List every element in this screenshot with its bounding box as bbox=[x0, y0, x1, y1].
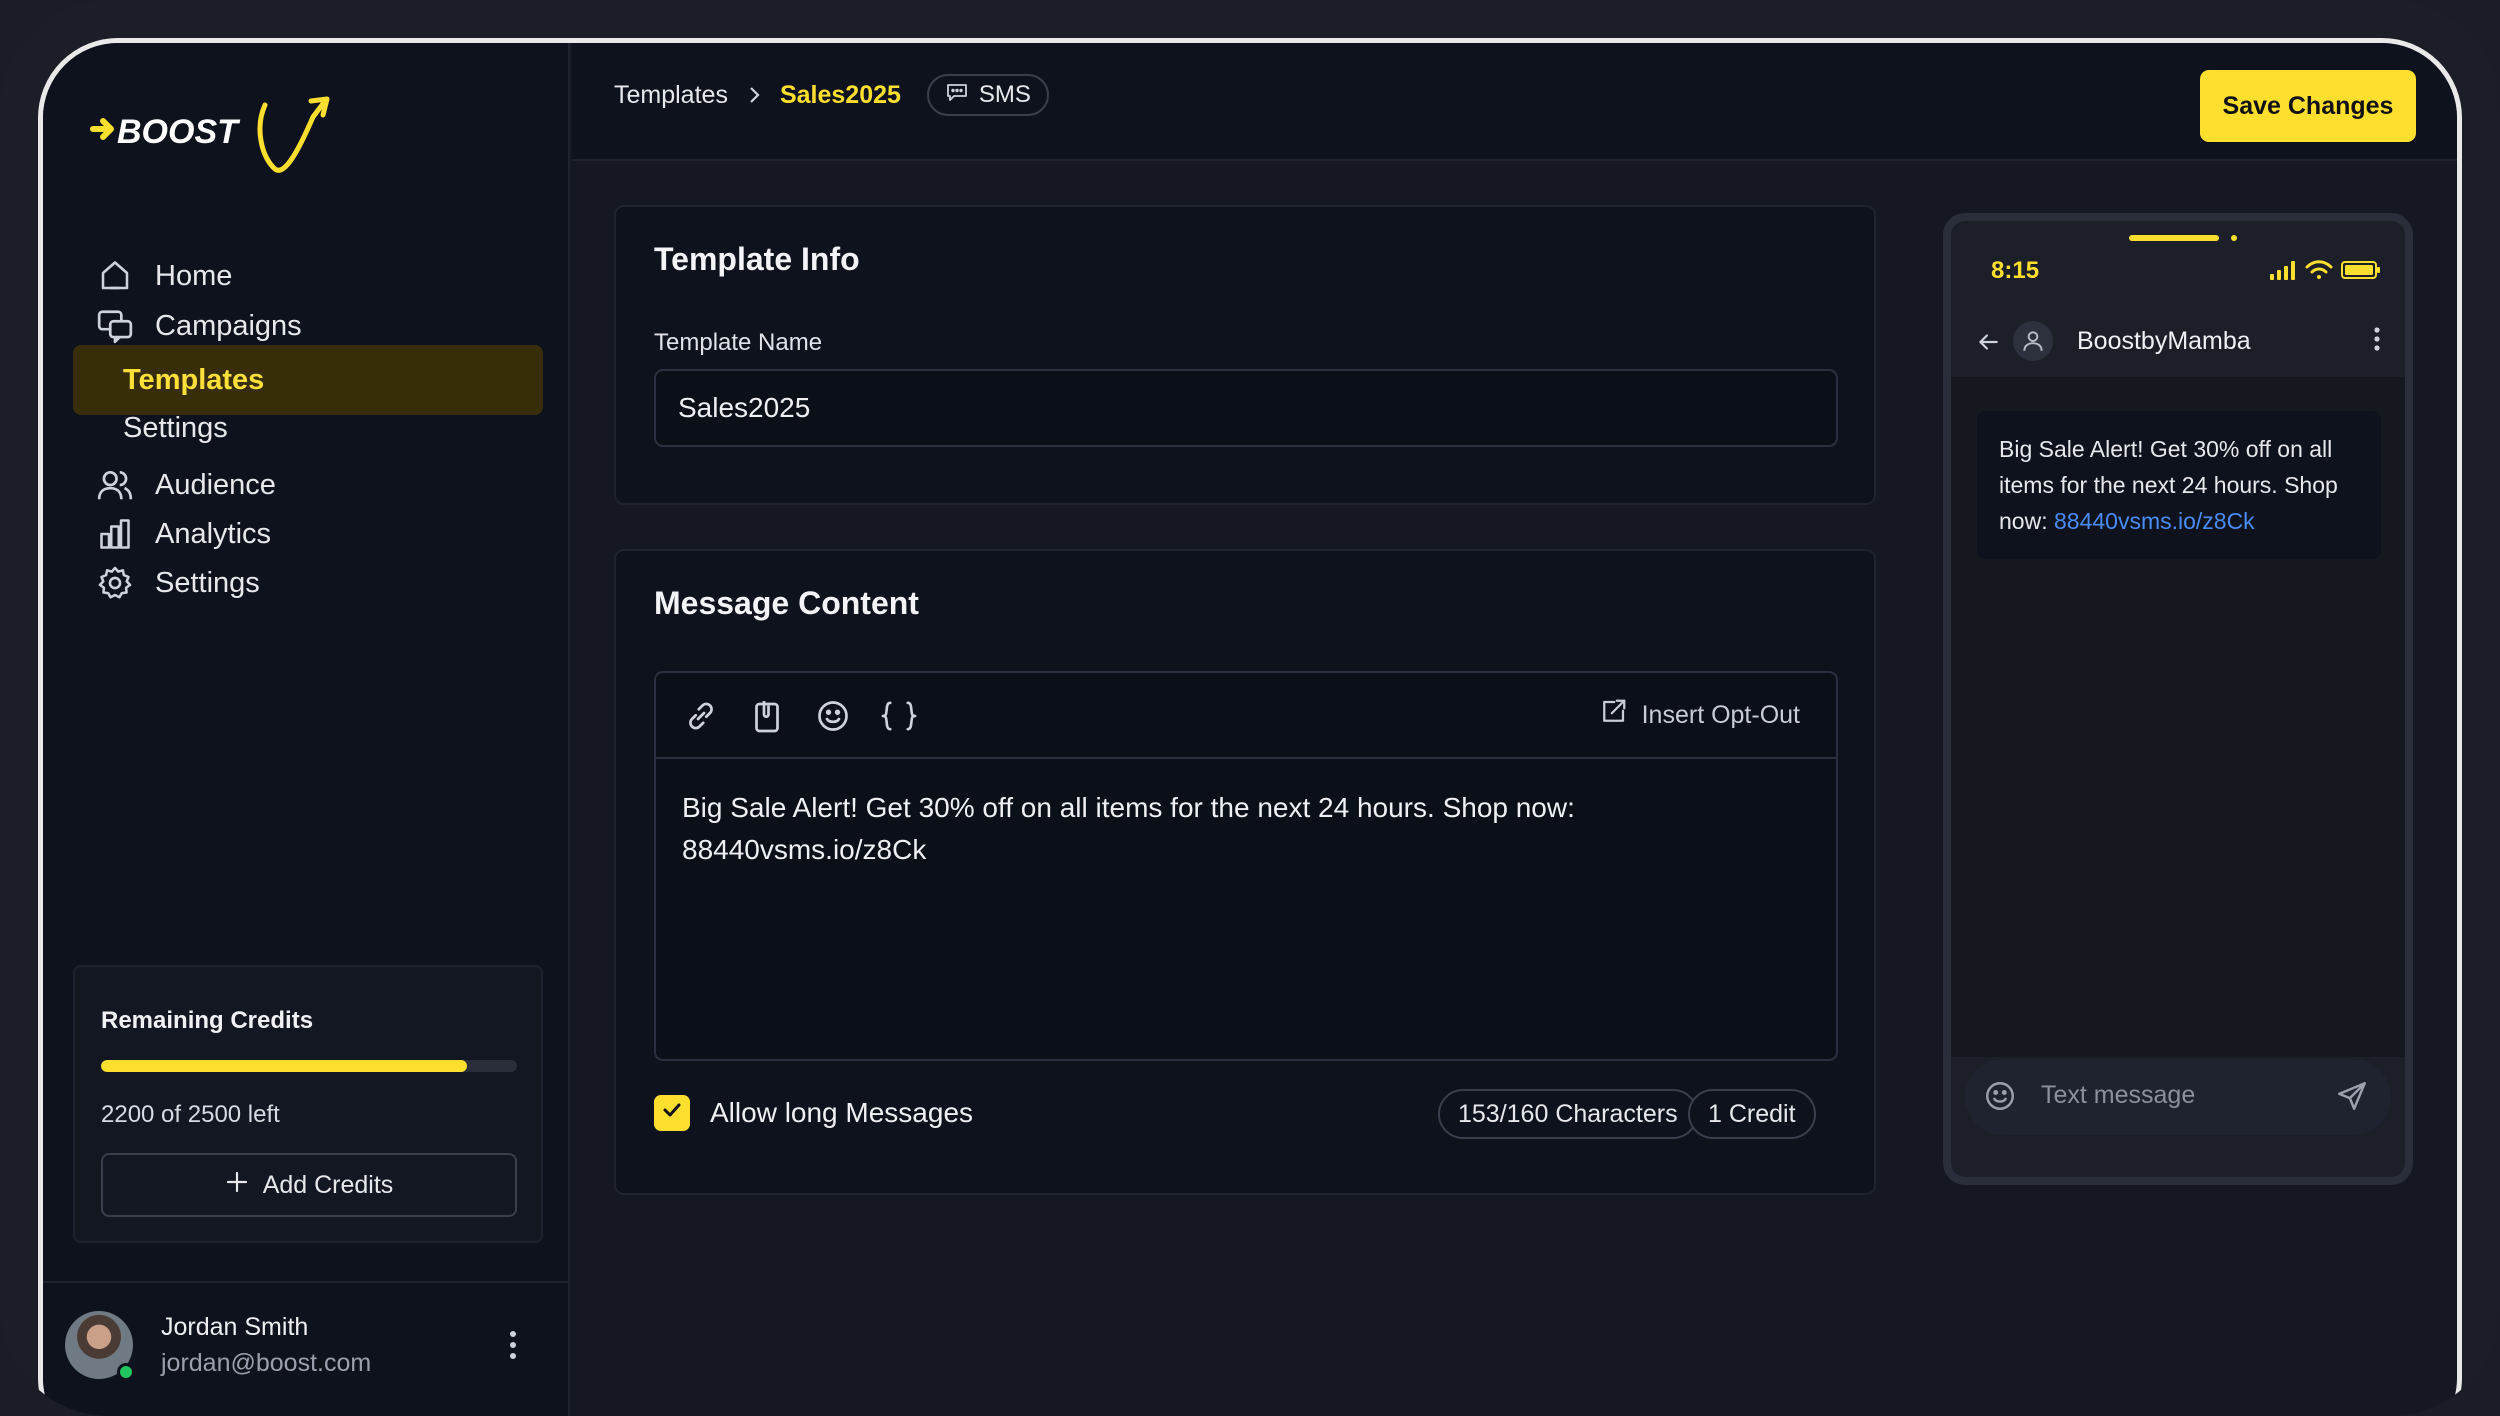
gear-icon bbox=[95, 563, 135, 603]
channel-badge-label: SMS bbox=[978, 81, 1031, 108]
template-info-card: Template Info Template Name bbox=[614, 205, 1876, 505]
character-count-badge: 153/160 Characters bbox=[1438, 1089, 1698, 1139]
nav-label: Settings bbox=[155, 566, 260, 599]
contact-avatar-icon bbox=[2013, 321, 2053, 361]
template-name-label: Template Name bbox=[654, 329, 823, 356]
nav-label: Home bbox=[155, 259, 233, 292]
phone-status-icons bbox=[2269, 259, 2381, 286]
svg-text:BOOST: BOOST bbox=[117, 113, 241, 151]
wifi-icon bbox=[2305, 259, 2333, 286]
plus-icon bbox=[225, 1170, 249, 1201]
credits-progress-fill bbox=[101, 1060, 468, 1072]
more-vertical-icon[interactable] bbox=[498, 1325, 528, 1365]
remaining-credits-card: Remaining Credits 2200 of 2500 left Add … bbox=[73, 965, 543, 1243]
nav-label: Templates bbox=[123, 363, 265, 396]
boost-logo[interactable]: BOOST bbox=[85, 87, 365, 197]
insert-opt-out-label: Insert Opt-Out bbox=[1641, 701, 1800, 729]
message-link[interactable]: 88440vsms.io/z8Ck bbox=[2054, 508, 2255, 534]
send-icon[interactable] bbox=[2335, 1079, 2369, 1118]
template-info-title: Template Info bbox=[654, 241, 860, 277]
avatar[interactable] bbox=[65, 1311, 135, 1381]
message-icon bbox=[945, 80, 969, 111]
more-vertical-icon[interactable] bbox=[2373, 325, 2381, 358]
nav-label: Settings bbox=[123, 411, 228, 444]
breadcrumb-current: Sales2025 bbox=[779, 80, 901, 109]
sidebar: BOOST Home Campaigns Templates Settings … bbox=[43, 43, 570, 1416]
phone-camera-dot bbox=[2231, 235, 2237, 241]
add-credits-button[interactable]: Add Credits bbox=[101, 1153, 517, 1217]
chat-header: BoostbyMamba bbox=[1951, 307, 2405, 377]
message-editor[interactable]: Insert Opt-Out Big Sale Alert! Get 30% o… bbox=[654, 671, 1838, 1061]
save-changes-button[interactable]: Save Changes bbox=[2200, 70, 2416, 142]
allow-long-messages-toggle[interactable]: Allow long Messages bbox=[654, 1095, 973, 1131]
nav-label: Campaigns bbox=[155, 309, 302, 342]
emoji-icon[interactable] bbox=[1983, 1079, 2017, 1118]
sms-preview-phone: 8:15 BoostbyMamba Big Sale Alert! Get 30… bbox=[1943, 213, 2413, 1185]
user-email: jordan@boost.com bbox=[161, 1349, 372, 1377]
app-screen: BOOST Home Campaigns Templates Settings … bbox=[43, 43, 2457, 1416]
nav-label: Analytics bbox=[155, 517, 272, 550]
link-icon[interactable] bbox=[680, 695, 722, 737]
channel-badge: SMS bbox=[926, 74, 1049, 116]
add-credits-label: Add Credits bbox=[262, 1170, 394, 1199]
phone-time: 8:15 bbox=[1991, 257, 2040, 284]
breadcrumb: Templates Sales2025 SMS bbox=[614, 73, 1049, 117]
allow-long-label: Allow long Messages bbox=[710, 1097, 974, 1128]
message-body-text[interactable]: Big Sale Alert! Get 30% off on all items… bbox=[682, 787, 1812, 871]
phone-notch bbox=[2129, 235, 2219, 241]
message-content-title: Message Content bbox=[654, 585, 919, 621]
message-content-card: Message Content Insert Opt-Out Big Sale … bbox=[614, 549, 1876, 1195]
nav-item-settings[interactable]: Settings bbox=[73, 548, 543, 618]
credits-progress-bar bbox=[101, 1060, 517, 1072]
chevron-right-icon bbox=[746, 85, 762, 105]
user-profile[interactable]: Jordan Smith jordan@boost.com bbox=[43, 1281, 570, 1416]
check-icon bbox=[660, 1097, 684, 1129]
contact-name: BoostbyMamba bbox=[2077, 327, 2251, 355]
variable-braces-icon[interactable] bbox=[878, 695, 920, 737]
chat-bubbles-icon bbox=[95, 306, 135, 346]
arrow-left-icon[interactable] bbox=[1975, 329, 2001, 360]
editor-toolbar: Insert Opt-Out bbox=[656, 673, 1836, 759]
message-bubble: Big Sale Alert! Get 30% off on all items… bbox=[1977, 411, 2381, 559]
external-link-icon bbox=[1598, 697, 1628, 734]
template-name-input[interactable] bbox=[654, 369, 1838, 447]
home-icon bbox=[95, 256, 135, 296]
signal-icon bbox=[2269, 260, 2297, 285]
credits-title: Remaining Credits bbox=[101, 1007, 314, 1034]
top-header: Templates Sales2025 SMS Save Changes bbox=[572, 43, 2457, 161]
message-composer[interactable]: Text message bbox=[1965, 1059, 2391, 1135]
screen-bezel: BOOST Home Campaigns Templates Settings … bbox=[38, 38, 2462, 1416]
allow-long-checkbox[interactable] bbox=[654, 1095, 690, 1131]
device-frame: BOOST Home Campaigns Templates Settings … bbox=[0, 0, 2500, 1416]
breadcrumb-templates[interactable]: Templates bbox=[614, 81, 728, 110]
nav-label: Audience bbox=[155, 468, 276, 501]
battery-icon bbox=[2341, 260, 2381, 285]
composer-placeholder: Text message bbox=[2041, 1081, 2196, 1109]
emoji-icon[interactable] bbox=[812, 695, 854, 737]
online-status-dot bbox=[117, 1363, 135, 1381]
insert-opt-out-button[interactable]: Insert Opt-Out bbox=[1598, 697, 1800, 734]
credits-remaining-text: 2200 of 2500 left bbox=[101, 1101, 280, 1128]
chat-body: Big Sale Alert! Get 30% off on all items… bbox=[1951, 377, 2405, 1057]
credit-count-badge: 1 Credit bbox=[1688, 1089, 1816, 1139]
attachment-icon[interactable] bbox=[746, 695, 788, 737]
user-name: Jordan Smith bbox=[161, 1313, 309, 1341]
